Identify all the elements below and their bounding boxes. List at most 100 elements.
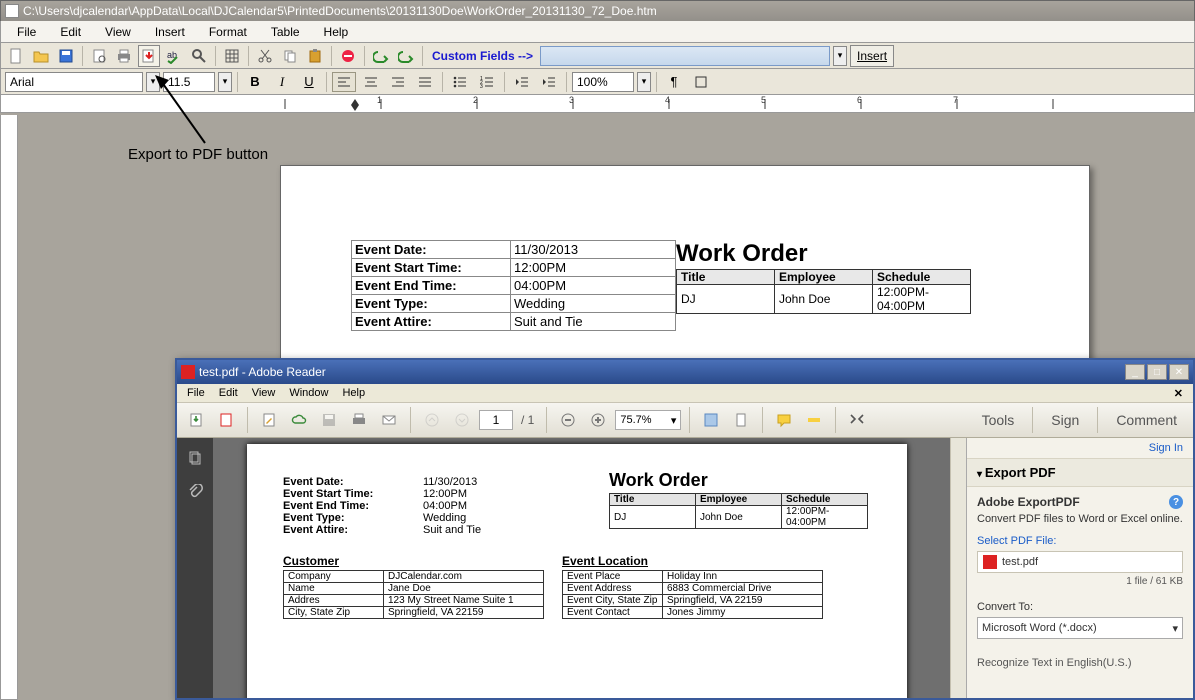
menu-insert[interactable]: Insert bbox=[145, 23, 195, 41]
outdent-button[interactable] bbox=[510, 72, 534, 92]
reader-cloud-icon[interactable] bbox=[286, 407, 312, 433]
convert-to-select[interactable]: Microsoft Word (*.docx) ▾ bbox=[977, 617, 1183, 639]
special-char-button[interactable] bbox=[689, 72, 713, 92]
reader-tools-button[interactable]: Tools bbox=[972, 412, 1025, 428]
spellcheck-icon[interactable]: ab bbox=[163, 45, 185, 67]
pdf-file-icon bbox=[983, 555, 997, 569]
reader-menu-view[interactable]: View bbox=[246, 386, 282, 400]
bullet-list-button[interactable] bbox=[448, 72, 472, 92]
menu-table[interactable]: Table bbox=[261, 23, 310, 41]
selected-file-box[interactable]: test.pdf bbox=[977, 551, 1183, 573]
custom-fields-dropdown[interactable] bbox=[540, 46, 830, 66]
print-icon[interactable] bbox=[113, 45, 135, 67]
redo-icon[interactable] bbox=[395, 45, 417, 67]
reader-doc-area[interactable]: Event Date:11/30/2013 Event Start Time:1… bbox=[213, 438, 967, 698]
reader-comment-button[interactable]: Comment bbox=[1106, 412, 1187, 428]
delete-icon[interactable] bbox=[337, 45, 359, 67]
reader-save-copy-icon[interactable] bbox=[698, 407, 724, 433]
event-attire-value: Suit and Tie bbox=[511, 313, 676, 331]
reader-save-icon[interactable] bbox=[316, 407, 342, 433]
reader-export-icon[interactable] bbox=[183, 407, 209, 433]
paste-icon[interactable] bbox=[304, 45, 326, 67]
print-preview-icon[interactable] bbox=[88, 45, 110, 67]
align-justify-button[interactable] bbox=[413, 72, 437, 92]
new-doc-icon[interactable] bbox=[5, 45, 27, 67]
customer-heading: Customer bbox=[283, 554, 544, 568]
menu-view[interactable]: View bbox=[95, 23, 141, 41]
menu-format[interactable]: Format bbox=[199, 23, 257, 41]
cut-icon[interactable] bbox=[254, 45, 276, 67]
editor-toolbar-1: ab Custom Fields --> ▾ Insert bbox=[0, 43, 1195, 69]
reader-page-down-icon[interactable] bbox=[449, 407, 475, 433]
reader-schedule: Work Order TitleEmployeeSchedule DJJohn … bbox=[609, 470, 868, 529]
reader-page: Event Date:11/30/2013 Event Start Time:1… bbox=[247, 444, 907, 698]
reader-edit-icon[interactable] bbox=[256, 407, 282, 433]
pilcrow-button[interactable]: ¶ bbox=[662, 72, 686, 92]
size-dropdown-arrow-icon[interactable]: ▾ bbox=[218, 72, 232, 92]
font-size-select[interactable] bbox=[163, 72, 215, 92]
font-name-select[interactable] bbox=[5, 72, 143, 92]
copy-icon[interactable] bbox=[279, 45, 301, 67]
export-pdf-icon[interactable] bbox=[138, 45, 160, 67]
custom-fields-dropdown-arrow-icon[interactable]: ▾ bbox=[833, 46, 847, 66]
export-pdf-header[interactable]: Export PDF bbox=[967, 459, 1193, 487]
find-icon[interactable] bbox=[188, 45, 210, 67]
signin-link[interactable]: Sign In bbox=[967, 438, 1193, 459]
number-list-button[interactable]: 123 bbox=[475, 72, 499, 92]
reader-mail-icon[interactable] bbox=[376, 407, 402, 433]
reader-menu-edit[interactable]: Edit bbox=[213, 386, 244, 400]
reader-window: test.pdf - Adobe Reader _ □ ✕ File Edit … bbox=[175, 358, 1195, 700]
minimize-button[interactable]: _ bbox=[1125, 364, 1145, 380]
reader-zoom-out-icon[interactable] bbox=[555, 407, 581, 433]
font-dropdown-arrow-icon[interactable]: ▾ bbox=[146, 72, 160, 92]
maximize-button[interactable]: □ bbox=[1147, 364, 1167, 380]
reader-menu-file[interactable]: File bbox=[181, 386, 211, 400]
reader-doc-close-icon[interactable]: ✕ bbox=[1168, 386, 1189, 401]
svg-text:2: 2 bbox=[473, 95, 478, 105]
attachments-icon[interactable] bbox=[185, 482, 205, 502]
zoom-dropdown-arrow-icon[interactable]: ▾ bbox=[637, 72, 651, 92]
close-button[interactable]: ✕ bbox=[1169, 364, 1189, 380]
align-center-button[interactable] bbox=[359, 72, 383, 92]
reader-page-input[interactable] bbox=[479, 410, 513, 430]
reader-read-mode-icon[interactable] bbox=[844, 407, 870, 433]
reader-menu-help[interactable]: Help bbox=[336, 386, 371, 400]
reader-print-icon[interactable] bbox=[346, 407, 372, 433]
event-type-label: Event Type: bbox=[351, 295, 511, 313]
reader-scrollbar[interactable] bbox=[950, 438, 966, 698]
align-left-button[interactable] bbox=[332, 72, 356, 92]
reader-sign-button[interactable]: Sign bbox=[1041, 412, 1089, 428]
reader-page-fit-icon[interactable] bbox=[728, 407, 754, 433]
save-icon[interactable] bbox=[55, 45, 77, 67]
sched-th-employee: Employee bbox=[775, 270, 873, 285]
insert-table-icon[interactable] bbox=[221, 45, 243, 67]
chevron-down-icon: ▾ bbox=[1172, 622, 1178, 635]
convert-to-label: Convert To: bbox=[977, 601, 1183, 613]
menu-help[interactable]: Help bbox=[314, 23, 359, 41]
reader-zoom-in-icon[interactable] bbox=[585, 407, 611, 433]
reader-zoom-select[interactable]: 75.7%▾ bbox=[615, 410, 681, 430]
select-file-label: Select PDF File: bbox=[977, 535, 1183, 547]
reader-highlight-icon[interactable] bbox=[801, 407, 827, 433]
menu-edit[interactable]: Edit bbox=[50, 23, 91, 41]
zoom-select[interactable] bbox=[572, 72, 634, 92]
reader-menu-window[interactable]: Window bbox=[283, 386, 334, 400]
event-end-label: Event End Time: bbox=[351, 277, 511, 295]
bold-button[interactable]: B bbox=[243, 72, 267, 92]
open-icon[interactable] bbox=[30, 45, 52, 67]
italic-button[interactable]: I bbox=[270, 72, 294, 92]
undo-icon[interactable] bbox=[370, 45, 392, 67]
editor-menubar: File Edit View Insert Format Table Help bbox=[0, 21, 1195, 43]
insert-button[interactable]: Insert bbox=[850, 45, 894, 67]
help-icon[interactable]: ? bbox=[1169, 495, 1183, 509]
file-meta: 1 file / 61 KB bbox=[977, 576, 1183, 587]
reader-page-up-icon[interactable] bbox=[419, 407, 445, 433]
indent-button[interactable] bbox=[537, 72, 561, 92]
align-right-button[interactable] bbox=[386, 72, 410, 92]
thumbnails-icon[interactable] bbox=[185, 448, 205, 468]
underline-button[interactable]: U bbox=[297, 72, 321, 92]
menu-file[interactable]: File bbox=[7, 23, 46, 41]
event-date-label: Event Date: bbox=[351, 240, 511, 259]
reader-create-icon[interactable] bbox=[213, 407, 239, 433]
reader-comment-icon[interactable] bbox=[771, 407, 797, 433]
